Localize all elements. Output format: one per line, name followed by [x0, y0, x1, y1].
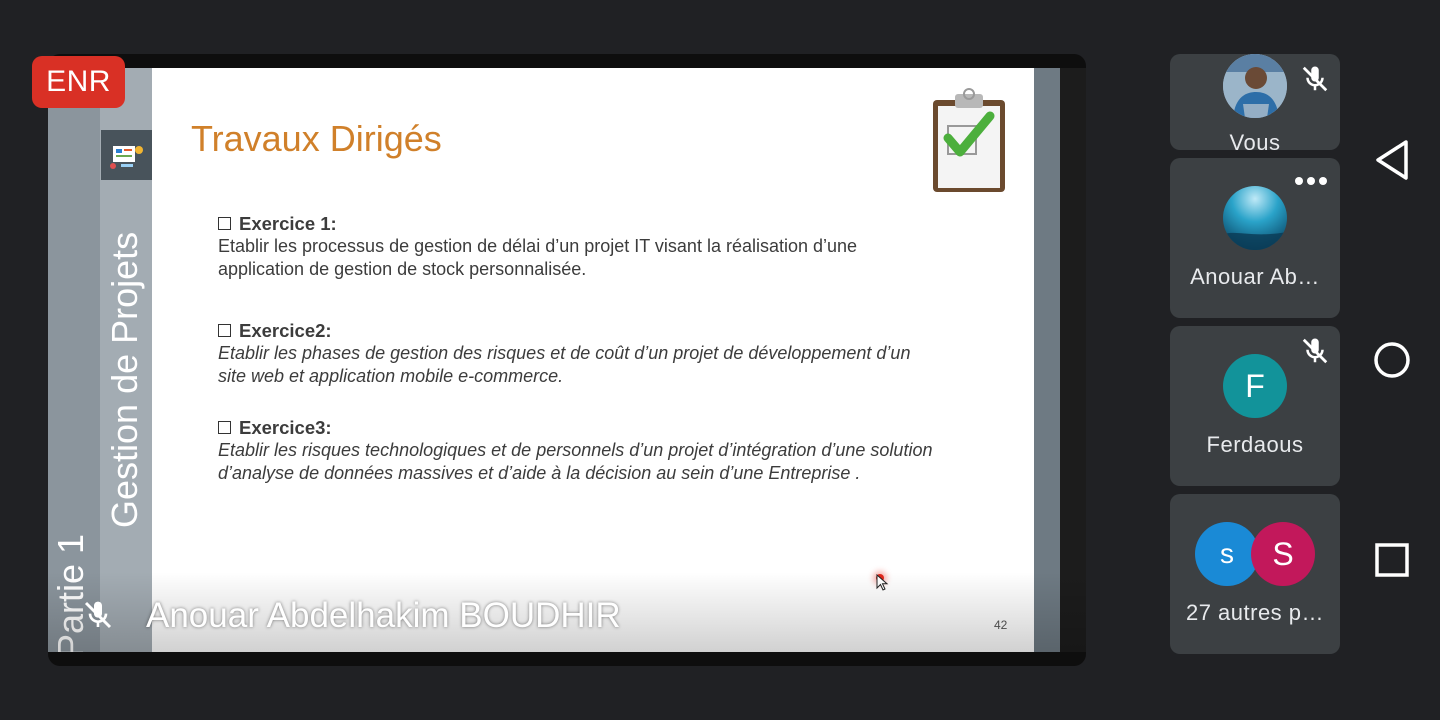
- home-circle-icon[interactable]: [1372, 340, 1412, 385]
- avatar: s: [1195, 522, 1259, 586]
- slide: Gestion de Projets Partie 1 Travaux Diri…: [48, 68, 1086, 652]
- participant-name: 27 autres p…: [1185, 600, 1325, 625]
- participant-tile-others[interactable]: s S 27 autres p…: [1170, 494, 1340, 654]
- slide-thumbnail-icon: [101, 130, 152, 180]
- more-options-icon[interactable]: [1295, 177, 1327, 185]
- presentation-tile[interactable]: Gestion de Projets Partie 1 Travaux Diri…: [48, 54, 1086, 666]
- exercise-1: Exercice 1: Etablir les processus de ges…: [218, 213, 858, 279]
- checkbox-bullet-icon: [218, 421, 231, 434]
- slide-right-bar: [1034, 68, 1060, 652]
- participant-name: Vous: [1229, 130, 1281, 150]
- mic-off-icon: [1300, 64, 1330, 99]
- avatar: S: [1251, 522, 1315, 586]
- participant-name: Ferdaous: [1206, 432, 1304, 457]
- participant-tile-ferdaous[interactable]: F Ferdaous: [1170, 326, 1340, 486]
- presenter-name: Anouar Abdelhakim BOUDHIR: [146, 596, 621, 635]
- slide-title: Travaux Dirigés: [191, 118, 442, 159]
- slide-right-edge: [1060, 68, 1086, 652]
- back-triangle-icon[interactable]: [1372, 138, 1412, 187]
- participant-tile-self[interactable]: Vous: [1170, 54, 1340, 150]
- participant-name: Anouar Ab…: [1190, 264, 1320, 289]
- mic-off-icon: [1300, 336, 1330, 371]
- vertical-section-title: Gestion de Projets: [104, 231, 145, 528]
- clipboard-check-icon: [930, 86, 1010, 201]
- avatar: [1223, 54, 1287, 118]
- avatar: F: [1223, 354, 1287, 418]
- recording-badge: ENR: [32, 56, 125, 108]
- exercise-2: Exercice2: Etablir les phases de gestion…: [218, 320, 911, 386]
- avatar: [1223, 186, 1287, 250]
- exercise-3: Exercice3: Etablir les risques technolog…: [218, 417, 933, 483]
- mic-off-icon: [82, 599, 114, 636]
- recents-square-icon[interactable]: [1372, 540, 1412, 585]
- checkbox-bullet-icon: [218, 324, 231, 337]
- checkbox-bullet-icon: [218, 217, 231, 230]
